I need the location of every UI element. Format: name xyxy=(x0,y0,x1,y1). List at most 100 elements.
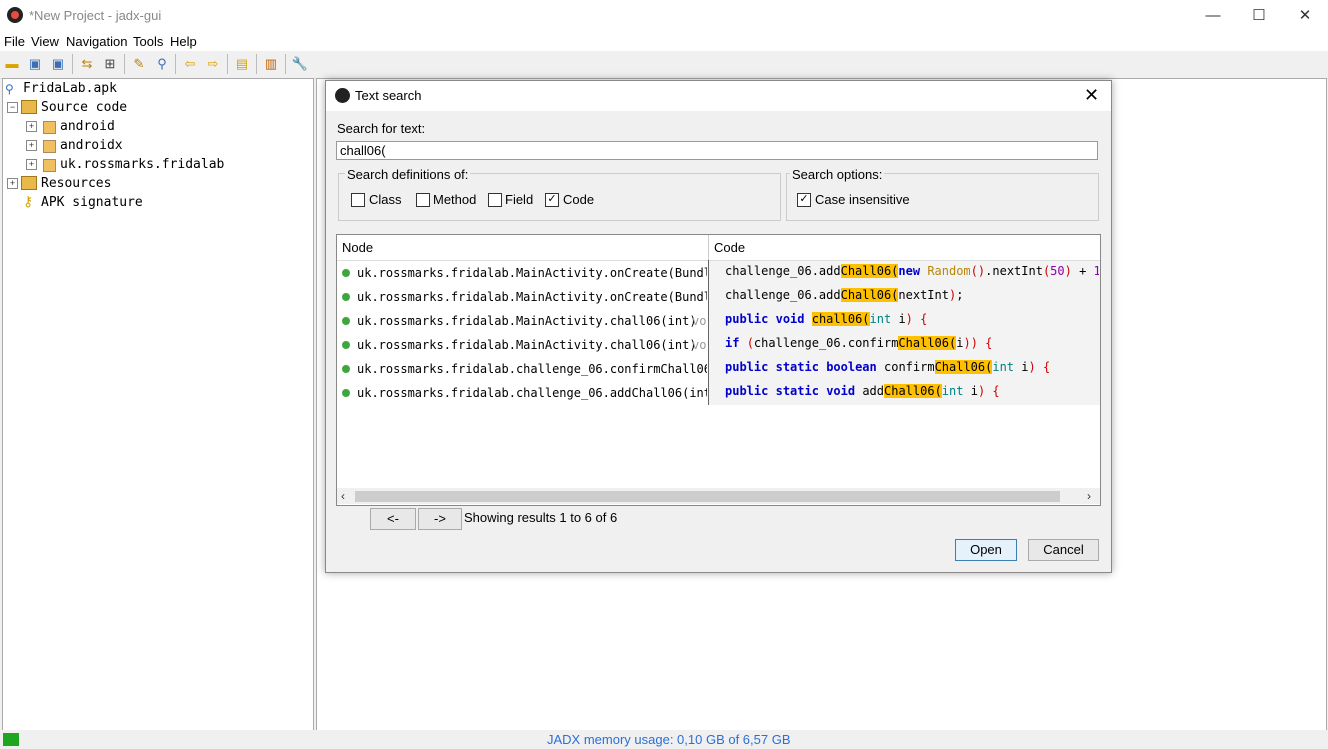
table-row[interactable]: uk.rossmarks.fridalab.MainActivity.onCre… xyxy=(337,285,708,309)
collapse-icon[interactable]: − xyxy=(7,102,18,113)
case-insensitive-checkbox[interactable]: ✓ xyxy=(797,193,811,207)
menu-bar xyxy=(0,31,1328,51)
resources-folder-icon xyxy=(21,176,37,190)
code-cell: challenge_06.addChall06(nextInt); xyxy=(725,288,964,302)
dialog-close-icon[interactable]: ✕ xyxy=(1084,85,1099,105)
code-column-header[interactable]: Code xyxy=(709,235,1100,261)
menu-tools[interactable]: Tools xyxy=(133,34,163,49)
log-viewer-icon[interactable]: ▥ xyxy=(262,55,280,73)
method-icon xyxy=(342,293,350,301)
title-bar xyxy=(0,0,1328,31)
window-title: *New Project - jadx-gui xyxy=(29,8,162,23)
preferences-icon[interactable]: 🔧 xyxy=(291,55,309,73)
project-tree[interactable]: ⚲ FridaLab.apk − Source code + android +… xyxy=(2,78,314,732)
cancel-button[interactable]: Cancel xyxy=(1028,539,1099,561)
folder-open-icon xyxy=(21,100,37,114)
minimize-button[interactable]: — xyxy=(1190,0,1236,31)
tree-resources[interactable]: Resources xyxy=(41,174,111,193)
class-checkbox[interactable] xyxy=(351,193,365,207)
node-column-header[interactable]: Node xyxy=(337,235,709,261)
flat-packages-icon[interactable]: ⊞ xyxy=(101,55,119,73)
dialog-app-icon xyxy=(335,88,350,103)
class-checkbox-label: Class xyxy=(369,192,402,207)
menu-file[interactable]: File xyxy=(4,34,25,49)
export-icon[interactable]: ▣ xyxy=(49,55,67,73)
node-cell: uk.rossmarks.fridalab.MainActivity.onCre… xyxy=(357,290,707,304)
static-method-icon xyxy=(342,365,350,373)
previous-results-button[interactable]: <- xyxy=(370,508,416,530)
table-row[interactable]: uk.rossmarks.fridalab.MainActivity.onCre… xyxy=(337,261,708,285)
tree-package-android[interactable]: android xyxy=(60,117,115,136)
package-icon xyxy=(43,159,56,172)
case-insensitive-label: Case insensitive xyxy=(815,192,910,207)
forward-arrow-icon[interactable]: ⇨ xyxy=(204,55,222,73)
code-column-label: Code xyxy=(714,240,746,255)
table-row[interactable]: uk.rossmarks.fridalab.challenge_06.confi… xyxy=(337,357,708,381)
search-input[interactable]: chall06( xyxy=(336,141,1098,160)
field-checkbox[interactable] xyxy=(488,193,502,207)
apk-icon: ⚲ xyxy=(5,82,14,96)
method-checkbox-label: Method xyxy=(433,192,477,207)
dialog-title-bar xyxy=(326,81,1111,111)
scrollbar-thumb[interactable] xyxy=(355,491,1060,502)
tree-package-fridalab[interactable]: uk.rossmarks.fridalab xyxy=(60,155,224,174)
node-column-label: Node xyxy=(342,240,374,255)
maximize-button[interactable]: ☐ xyxy=(1236,0,1282,31)
open-file-icon[interactable]: ▬ xyxy=(3,55,21,73)
search-for-text-label: Search for text: xyxy=(337,121,426,136)
tree-apk-signature[interactable]: APK signature xyxy=(41,193,143,212)
toolbar xyxy=(0,51,1328,79)
expand-icon[interactable]: + xyxy=(26,121,37,132)
back-arrow-icon[interactable]: ⇦ xyxy=(181,55,199,73)
node-cell: uk.rossmarks.fridalab.challenge_06.confi… xyxy=(357,362,707,376)
method-icon xyxy=(342,269,350,277)
method-checkbox[interactable] xyxy=(416,193,430,207)
menu-view[interactable]: View xyxy=(31,34,59,49)
text-search-icon[interactable]: ✎ xyxy=(130,55,148,73)
sync-icon[interactable]: ⇆ xyxy=(78,55,96,73)
code-cell: challenge_06.addChall06(new Random().nex… xyxy=(725,264,1099,278)
node-cell: uk.rossmarks.fridalab.MainActivity.onCre… xyxy=(357,266,707,280)
static-method-icon xyxy=(342,389,350,397)
scroll-right-icon[interactable]: › xyxy=(1087,489,1091,503)
table-row[interactable]: uk.rossmarks.fridalab.MainActivity.chall… xyxy=(337,333,708,357)
results-table[interactable]: Node Code uk.rossmarks.fridalab.MainActi… xyxy=(336,234,1101,506)
node-cell-return-type: vo xyxy=(692,338,707,352)
menu-help[interactable]: Help xyxy=(170,34,197,49)
toolbar-separator xyxy=(72,54,73,74)
results-count-text: Showing results 1 to 6 of 6 xyxy=(464,510,618,525)
toolbar-separator xyxy=(124,54,125,74)
node-cell: uk.rossmarks.fridalab.MainActivity.chall… xyxy=(357,338,697,352)
expand-icon[interactable]: + xyxy=(26,140,37,151)
code-checkbox[interactable]: ✓ xyxy=(545,193,559,207)
jadx-app-icon xyxy=(7,7,23,23)
expand-icon[interactable]: + xyxy=(7,178,18,189)
scroll-left-icon[interactable]: ‹ xyxy=(341,489,345,503)
table-row[interactable]: uk.rossmarks.fridalab.MainActivity.chall… xyxy=(337,309,708,333)
memory-usage-bar xyxy=(3,733,19,746)
expand-icon[interactable]: + xyxy=(26,159,37,170)
code-cell: public static void addChall06(int i) { xyxy=(725,384,1000,398)
toolbar-separator xyxy=(285,54,286,74)
deobfuscation-icon[interactable]: ▤ xyxy=(233,55,251,73)
node-cell: uk.rossmarks.fridalab.challenge_06.addCh… xyxy=(357,386,707,400)
code-cell: public static boolean confirmChall06(int… xyxy=(725,360,1051,374)
class-search-icon[interactable]: ⚲ xyxy=(153,55,171,73)
code-cell: public void chall06(int i) { xyxy=(725,312,928,326)
package-icon xyxy=(43,121,56,134)
next-results-button[interactable]: -> xyxy=(418,508,462,530)
menu-navigation[interactable]: Navigation xyxy=(66,34,127,49)
tree-package-androidx[interactable]: androidx xyxy=(60,136,123,155)
close-window-button[interactable]: ✕ xyxy=(1282,0,1328,31)
save-all-icon[interactable]: ▣ xyxy=(26,55,44,73)
toolbar-separator xyxy=(175,54,176,74)
node-cell-return-type: vo xyxy=(692,314,707,328)
code-checkbox-label: Code xyxy=(563,192,595,207)
key-icon: ⚷ xyxy=(23,193,34,209)
open-button[interactable]: Open xyxy=(955,539,1017,561)
table-row[interactable]: uk.rossmarks.fridalab.challenge_06.addCh… xyxy=(337,381,708,405)
tree-source-code[interactable]: Source code xyxy=(41,98,127,117)
tree-root-apk[interactable]: FridaLab.apk xyxy=(23,79,117,98)
toolbar-separator xyxy=(227,54,228,74)
text-search-dialog: Text search ✕ Search for text: chall06( … xyxy=(325,80,1112,573)
